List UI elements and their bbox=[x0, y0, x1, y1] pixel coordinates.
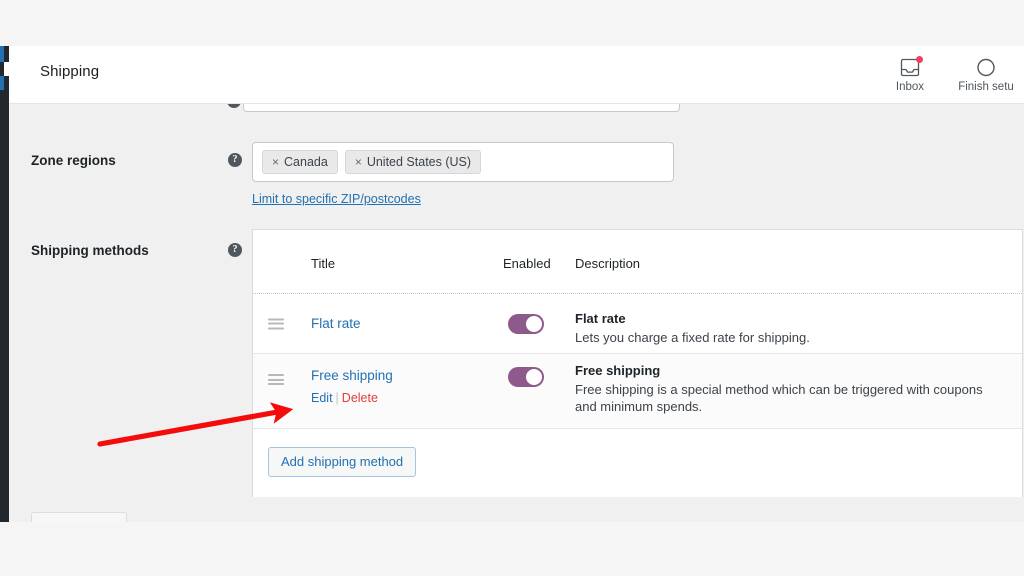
shipping-methods-label: Shipping methods bbox=[31, 243, 149, 258]
table-header-row: Title Enabled Description bbox=[253, 230, 1022, 294]
screenshot-root: Shipping Inbox Finish set bbox=[0, 0, 1024, 576]
column-header-enabled: Enabled bbox=[503, 256, 551, 271]
inbox-button[interactable]: Inbox bbox=[872, 46, 948, 104]
method-description-title: Free shipping bbox=[575, 362, 1005, 379]
method-title-link[interactable]: Flat rate bbox=[311, 316, 361, 331]
page-header: Shipping Inbox Finish set bbox=[9, 46, 1024, 104]
column-header-title: Title bbox=[311, 256, 335, 271]
method-description-text: Free shipping is a special method which … bbox=[575, 382, 983, 414]
drag-handle-icon[interactable] bbox=[268, 318, 284, 329]
method-description: Flat rate Lets you charge a fixed rate f… bbox=[575, 310, 1005, 346]
action-separator: | bbox=[333, 391, 342, 405]
browser-top-strip bbox=[0, 0, 1024, 46]
inbox-badge-dot bbox=[916, 56, 923, 63]
method-description-title: Flat rate bbox=[575, 310, 1005, 327]
settings-content: Zone regions ? × Canada × United States … bbox=[9, 104, 1024, 522]
remove-icon[interactable]: × bbox=[355, 156, 362, 168]
table-row: Flat rate Flat rate Lets you charge a fi… bbox=[253, 294, 1022, 354]
region-tag-united-states[interactable]: × United States (US) bbox=[345, 150, 481, 174]
zone-name-input-partial[interactable] bbox=[243, 104, 680, 112]
drag-handle-icon[interactable] bbox=[268, 374, 284, 385]
toggle-knob bbox=[526, 316, 542, 332]
inbox-label: Inbox bbox=[896, 81, 924, 93]
region-tag-label: Canada bbox=[284, 155, 328, 169]
toggle-knob bbox=[526, 369, 542, 385]
page-title: Shipping bbox=[40, 63, 99, 80]
row-actions: Edit|Delete bbox=[311, 391, 378, 405]
enabled-toggle[interactable] bbox=[508, 314, 544, 334]
wp-admin-accent-secondary bbox=[0, 76, 4, 90]
table-row: Free shipping Edit|Delete Free shipping … bbox=[253, 354, 1022, 429]
wp-admin-sidebar-sliver[interactable] bbox=[0, 46, 9, 522]
method-description-text: Lets you charge a fixed rate for shippin… bbox=[575, 330, 810, 345]
browser-bottom-band bbox=[0, 522, 1024, 576]
edit-link[interactable]: Edit bbox=[311, 391, 333, 405]
limit-zip-postcodes-link[interactable]: Limit to specific ZIP/postcodes bbox=[252, 192, 421, 206]
shipping-methods-help-icon[interactable]: ? bbox=[228, 243, 242, 257]
save-changes-button[interactable]: Save changes bbox=[31, 512, 127, 522]
region-tag-canada[interactable]: × Canada bbox=[262, 150, 338, 174]
remove-icon[interactable]: × bbox=[272, 156, 279, 168]
column-header-description: Description bbox=[575, 256, 640, 271]
add-shipping-method-button[interactable]: Add shipping method bbox=[268, 447, 416, 477]
header-actions: Inbox Finish setu bbox=[872, 46, 1024, 104]
zone-name-help-icon-partial[interactable] bbox=[227, 104, 241, 108]
shipping-methods-table: Title Enabled Description Flat rate Flat… bbox=[252, 229, 1023, 497]
inbox-icon bbox=[899, 57, 921, 78]
zone-regions-help-icon[interactable]: ? bbox=[228, 153, 242, 167]
method-title-link[interactable]: Free shipping bbox=[311, 368, 393, 383]
zone-regions-label: Zone regions bbox=[31, 153, 116, 168]
method-description: Free shipping Free shipping is a special… bbox=[575, 362, 1005, 415]
delete-link[interactable]: Delete bbox=[342, 391, 378, 405]
finish-setup-label: Finish setu bbox=[958, 81, 1014, 93]
wp-admin-active-accent bbox=[0, 46, 4, 62]
region-tag-label: United States (US) bbox=[367, 155, 471, 169]
finish-setup-button[interactable]: Finish setu bbox=[948, 46, 1024, 104]
circle-progress-icon bbox=[975, 57, 997, 78]
table-footer: Add shipping method bbox=[253, 429, 1022, 497]
enabled-toggle[interactable] bbox=[508, 367, 544, 387]
zone-regions-select[interactable]: × Canada × United States (US) bbox=[252, 142, 674, 182]
